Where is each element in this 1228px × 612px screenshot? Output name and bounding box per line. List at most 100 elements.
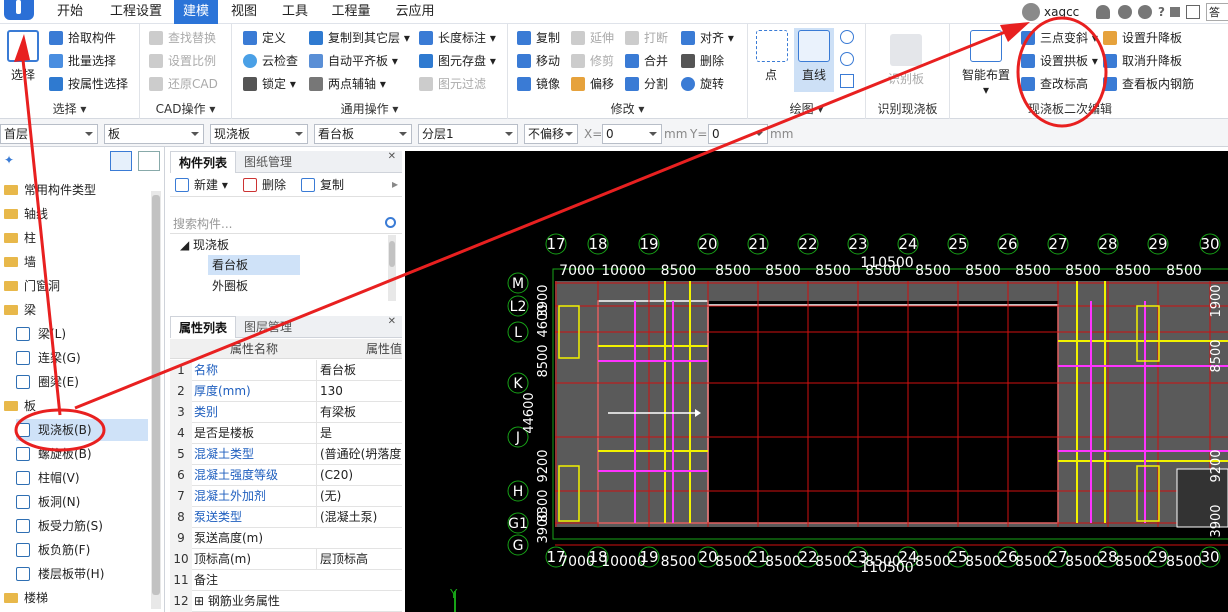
tree-folder[interactable]: 板 [4,395,148,417]
copy-component-button[interactable]: 复制 [300,175,344,195]
subtype-select[interactable]: 现浇板 [210,124,308,144]
circle-icon[interactable] [840,52,854,66]
property-row[interactable]: 11 备注 [170,570,402,591]
y-input[interactable]: 0 [708,124,768,144]
set-raise-lower-slab-button[interactable]: 设置升降板 [1102,28,1182,48]
tab-layer-manage[interactable]: 图层管理 [236,316,300,338]
group-title-draw[interactable]: 绘图 ▾ [748,100,865,117]
x-input[interactable]: 0 [602,124,662,144]
property-row[interactable]: 10 顶标高(m) 层顶标高 [170,549,402,570]
user-avatar[interactable] [1022,3,1040,21]
select-button[interactable]: 选择 [6,30,40,83]
group-title-common[interactable]: 通用操作 ▾ [232,100,507,117]
smart-layout-button[interactable]: 智能布置 ▾ [958,30,1014,97]
member-select[interactable]: 看台板 [314,124,412,144]
trim-button[interactable]: 修剪 [570,51,614,71]
drawing-canvas[interactable]: 17 17 18 18 19 19 20 20 21 21 22 22 23 23 24 24 25 25 26 26… [405,151,1228,612]
property-row[interactable]: 3 类别 有梁板 [170,402,402,423]
tree-folder[interactable]: 墙 [4,251,148,273]
property-row[interactable]: 5 混凝土类型 (普通砼(坍落度 [170,444,402,465]
more-icon[interactable]: ▸ [392,177,398,191]
property-row[interactable]: 8 泵送类型 (混凝土泵) [170,507,402,528]
skin-icon[interactable] [1138,5,1152,19]
split-button[interactable]: 分割 [624,74,668,94]
search-box[interactable]: 答疑 [1206,3,1228,21]
menu-view[interactable]: 视图 [222,0,266,24]
element-filter-button[interactable]: 图元过滤 [418,74,486,94]
break-button[interactable]: 打断 [624,28,668,48]
define-button[interactable]: 定义 [242,28,286,48]
expand-all-icon[interactable]: ✦ [4,153,18,167]
component-item-selected[interactable]: 看台板 [208,255,300,275]
tree-item[interactable]: 圈梁(E) [16,371,148,393]
tree-folder[interactable]: 常用构件类型 [4,179,148,201]
menu-project-settings[interactable]: 工程设置 [104,0,168,24]
tree-item[interactable]: 柱帽(V) [16,467,148,489]
type-select[interactable]: 板 [104,124,204,144]
recognize-slab-button[interactable]: 识别板 [876,34,936,87]
layer-select[interactable]: 分层1 [418,124,518,144]
tree-item-selected[interactable]: 现浇板(B) [16,419,148,441]
group-title-cad[interactable]: CAD操作 ▾ [140,100,231,117]
two-point-axis-button[interactable]: 两点辅轴 ▾ [308,74,386,94]
mirror-button[interactable]: 镜像 [516,74,560,94]
tree-item[interactable]: 梁(L) [16,323,148,345]
property-value[interactable]: (普通砼(坍落度 [316,444,402,465]
three-point-slope-button[interactable]: 三点变斜 ▾ [1020,28,1098,48]
tree-scrollbar[interactable] [151,191,161,609]
extend-button[interactable]: 延伸 [570,28,614,48]
offset-select[interactable]: 不偏移 [524,124,578,144]
property-value[interactable]: 是 [316,423,402,444]
cad-drawing[interactable]: 1717181819192020212122222323242425252626… [405,151,1228,612]
property-row[interactable]: 4 是否是楼板 是 [170,423,402,444]
property-value[interactable]: 看台板 [316,360,402,381]
chat-icon[interactable] [1118,5,1132,19]
tree-item[interactable]: 连梁(G) [16,347,148,369]
property-value[interactable]: (混凝土泵) [316,507,402,528]
tree-item[interactable]: 板洞(N) [16,491,148,513]
bell-icon[interactable] [1096,5,1110,19]
batch-select-button[interactable]: 批量选择 [48,51,116,71]
length-dimension-button[interactable]: 长度标注 ▾ [418,28,496,48]
rectangle-icon[interactable] [840,74,854,88]
property-value[interactable]: 层顶标高 [316,549,402,570]
tree-item[interactable]: 螺旋板(B) [16,443,148,465]
tree-folder[interactable]: 门窗洞 [4,275,148,297]
rotate-button[interactable]: 旋转 [680,74,724,94]
tree-folder[interactable]: 轴线 [4,203,148,225]
user-name[interactable]: xagcc [1044,3,1079,21]
select-by-attribute-button[interactable]: 按属性选择 [48,74,128,94]
view-slab-rebar-button[interactable]: 查看板内钢筋 [1102,74,1194,94]
property-value[interactable]: (C20) [316,465,402,486]
find-replace-button[interactable]: 查找替换 [148,28,216,48]
copy-to-other-floor-button[interactable]: 复制到其它层 ▾ [308,28,410,48]
tab-component-list[interactable]: 构件列表 [170,151,237,173]
check-elevation-button[interactable]: 查改标高 [1020,74,1088,94]
property-value[interactable]: (无) [316,486,402,507]
list-view-icon[interactable] [110,151,132,171]
merge-button[interactable]: 合并 [624,51,668,71]
set-scale-button[interactable]: 设置比例 [148,51,216,71]
lock-button[interactable]: 锁定 ▾ [242,74,296,94]
menu-tools[interactable]: 工具 [272,0,318,24]
tree-item[interactable]: 楼层板带(H) [16,563,148,585]
delete-component-button[interactable]: 删除 [242,175,286,195]
search-icon[interactable] [385,217,396,228]
property-row[interactable]: 9 泵送高度(m) [170,528,402,549]
copy-button[interactable]: 复制 [516,28,560,48]
delete-button[interactable]: 删除 [680,51,724,71]
close-icon[interactable]: ✕ [388,151,396,162]
component-scrollbar[interactable] [388,235,396,301]
point-draw-button[interactable]: 点 [756,30,788,83]
menu-start[interactable]: 开始 [46,0,94,24]
align-button[interactable]: 对齐 ▾ [680,28,734,48]
property-row[interactable]: 2 厚度(mm) 130 [170,381,402,402]
help-icon[interactable]: ? [1158,3,1165,21]
menu-quantity[interactable]: 工程量 [322,0,380,24]
tree-group-slab[interactable]: ◢ 现浇板 [180,235,229,255]
save-element-button[interactable]: 图元存盘 ▾ [418,51,496,71]
tree-folder[interactable]: 楼梯 [4,587,148,609]
cloud-check-button[interactable]: 云检查 [242,51,298,71]
pick-member-button[interactable]: 拾取构件 [48,28,116,48]
tree-folder[interactable]: 梁 [4,299,148,321]
